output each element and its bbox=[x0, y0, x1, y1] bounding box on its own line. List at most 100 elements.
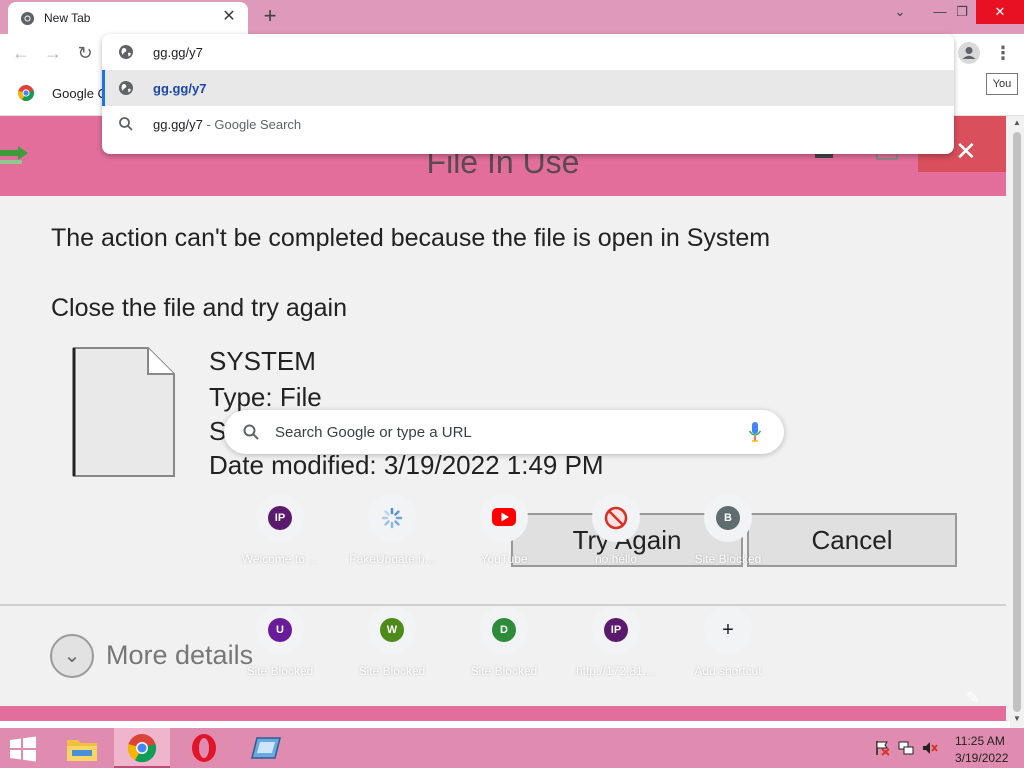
shortcut-tile[interactable]: no hello bbox=[560, 486, 672, 598]
shortcut-label: Site Blocked bbox=[358, 664, 426, 678]
blocked-icon bbox=[604, 506, 628, 530]
shortcut-label: Site Blocked bbox=[694, 552, 762, 566]
scroll-down-arrow-icon[interactable]: ▼ bbox=[1010, 712, 1024, 726]
chrome-icon bbox=[17, 85, 35, 101]
microphone-icon[interactable] bbox=[748, 421, 762, 443]
shortcut-tile[interactable]: IP http://172.81.... bbox=[560, 598, 672, 710]
globe-icon bbox=[119, 45, 133, 59]
shortcut-label: FakeUpdate.n... bbox=[349, 552, 435, 566]
search-icon bbox=[119, 117, 133, 131]
windows-taskbar: 11:25 AM 3/19/2022 bbox=[0, 728, 1024, 768]
shortcut-label: YouTube bbox=[480, 552, 528, 566]
shortcut-label: no hello bbox=[594, 552, 638, 566]
u-letter-icon: U bbox=[268, 618, 292, 642]
add-shortcut-tile[interactable]: + Add shortcut bbox=[672, 598, 784, 710]
shortcut-icon-circle: U bbox=[256, 606, 304, 654]
dialog-instruction: Close the file and try again bbox=[51, 294, 348, 322]
omnibox-suggestion-search-text: gg.gg/y7 - Google Search bbox=[153, 117, 301, 132]
shortcut-label: http://172.81.... bbox=[575, 664, 657, 678]
b-letter-icon: B bbox=[716, 506, 740, 530]
shortcut-label: Site Blocked bbox=[246, 664, 314, 678]
shortcut-icon-circle: + bbox=[704, 606, 752, 654]
omnibox-dropdown: gg.gg/y7 gg.gg/y7 gg.gg/y7 - Google Sear… bbox=[102, 34, 954, 154]
file-icon bbox=[72, 347, 175, 477]
shortcut-tile[interactable]: B Site Blocked bbox=[672, 486, 784, 598]
tab-title: New Tab bbox=[44, 11, 91, 25]
customize-pencil-icon[interactable]: ✎ bbox=[966, 688, 979, 708]
screen: New Tab ✕ + ⌄ — ❐ ✕ ← → ↻ ⋮ Google C Fil… bbox=[0, 0, 1024, 768]
shortcut-tile[interactable]: YouTube bbox=[448, 486, 560, 598]
omnibox-suggestion-url[interactable]: gg.gg/y7 bbox=[102, 70, 954, 106]
omnibox-suggestion-search[interactable]: gg.gg/y7 - Google Search bbox=[102, 106, 954, 142]
chrome-icon bbox=[127, 734, 157, 763]
clock-date[interactable]: 3/19/2022 bbox=[955, 751, 1008, 765]
shortcut-icon-circle bbox=[592, 494, 640, 542]
browser-menu-icon[interactable]: ⋮ bbox=[994, 42, 1012, 64]
tab-new-tab[interactable]: New Tab ✕ bbox=[8, 2, 248, 34]
taskbar-chrome[interactable] bbox=[114, 728, 170, 768]
loading-spinner-icon bbox=[381, 507, 403, 529]
ip-letter-icon: IP bbox=[604, 618, 628, 642]
file-name: SYSTEM bbox=[209, 346, 316, 376]
new-tab-button[interactable]: + bbox=[259, 5, 281, 27]
plus-icon: + bbox=[722, 619, 734, 641]
file-date-modified: Date modified: 3/19/2022 1:49 PM bbox=[209, 450, 604, 480]
taskbar-opera[interactable] bbox=[176, 728, 232, 768]
w-letter-icon: W bbox=[380, 618, 404, 642]
shortcut-tile[interactable]: IP Welcome to ... bbox=[224, 486, 336, 598]
tab-strip: New Tab ✕ + ⌄ — ❐ ✕ bbox=[0, 0, 1024, 34]
shortcut-tile[interactable]: U Site Blocked bbox=[224, 598, 336, 710]
bookmark-google[interactable]: Google C bbox=[52, 86, 107, 101]
tab-close-icon[interactable]: ✕ bbox=[220, 8, 238, 26]
reload-icon[interactable]: ↻ bbox=[72, 40, 98, 66]
clock-time[interactable]: 11:25 AM bbox=[955, 734, 1005, 748]
shortcut-icon-circle: IP bbox=[592, 606, 640, 654]
dialog-message: The action can't be completed because th… bbox=[51, 224, 771, 252]
globe-icon bbox=[119, 81, 133, 95]
shortcut-icon-circle: W bbox=[368, 606, 416, 654]
windows-start-icon[interactable] bbox=[8, 736, 38, 762]
profile-avatar[interactable] bbox=[958, 42, 980, 64]
search-suggestion-query: gg.gg/y7 bbox=[153, 117, 203, 132]
profile-tooltip: You bbox=[986, 73, 1018, 95]
network-icon[interactable] bbox=[898, 740, 914, 756]
shortcut-tile[interactable]: W Site Blocked bbox=[336, 598, 448, 710]
omnibox-suggestion-url-text: gg.gg/y7 bbox=[153, 81, 207, 96]
chrome-icon bbox=[20, 11, 35, 26]
opera-icon bbox=[192, 734, 216, 762]
taskbar-app-window[interactable] bbox=[238, 728, 294, 768]
folder-icon bbox=[67, 740, 97, 761]
taskbar-file-explorer[interactable] bbox=[54, 728, 110, 768]
file-type: Type: File bbox=[209, 382, 322, 412]
omnibox-input-row[interactable]: gg.gg/y7 bbox=[102, 34, 954, 70]
close-window-button[interactable]: ✕ bbox=[976, 0, 1024, 24]
ntp-search-box[interactable]: Search Google or type a URL bbox=[224, 410, 784, 454]
back-arrow-icon[interactable]: ← bbox=[8, 40, 34, 66]
shortcut-tile[interactable]: D Site Blocked bbox=[448, 598, 560, 710]
scroll-thumb[interactable] bbox=[1013, 132, 1021, 712]
dialog-close-icon[interactable]: ✕ bbox=[955, 136, 977, 167]
person-icon bbox=[962, 47, 976, 59]
shortcut-tile[interactable]: FakeUpdate.n... bbox=[336, 486, 448, 598]
tab-search-chevron-icon[interactable]: ⌄ bbox=[880, 0, 920, 24]
shortcut-label: Welcome to ... bbox=[241, 552, 319, 566]
shortcut-icon-circle bbox=[480, 494, 528, 542]
shortcut-icon-circle bbox=[368, 494, 416, 542]
shortcut-label: Site Blocked bbox=[470, 664, 538, 678]
ntp-search-placeholder: Search Google or type a URL bbox=[275, 424, 472, 441]
omnibox-input[interactable]: gg.gg/y7 bbox=[153, 45, 203, 60]
speaker-muted-icon[interactable] bbox=[922, 740, 938, 756]
youtube-icon bbox=[492, 508, 516, 526]
forward-arrow-icon[interactable]: → bbox=[40, 40, 66, 66]
scroll-up-arrow-icon[interactable]: ▲ bbox=[1010, 116, 1024, 130]
window-app-icon bbox=[251, 737, 281, 759]
search-suggestion-suffix: - Google Search bbox=[202, 117, 302, 132]
shortcut-icon-circle: IP bbox=[256, 494, 304, 542]
add-shortcut-label: Add shortcut bbox=[694, 664, 762, 678]
search-icon bbox=[243, 424, 259, 440]
shortcut-icon-circle: B bbox=[704, 494, 752, 542]
ip-letter-icon: IP bbox=[268, 506, 292, 530]
flag-notification-icon[interactable] bbox=[874, 740, 890, 756]
page-scrollbar[interactable]: ▲ ▼ bbox=[1010, 116, 1024, 728]
chevron-down-icon[interactable]: ⌄ bbox=[50, 634, 94, 678]
